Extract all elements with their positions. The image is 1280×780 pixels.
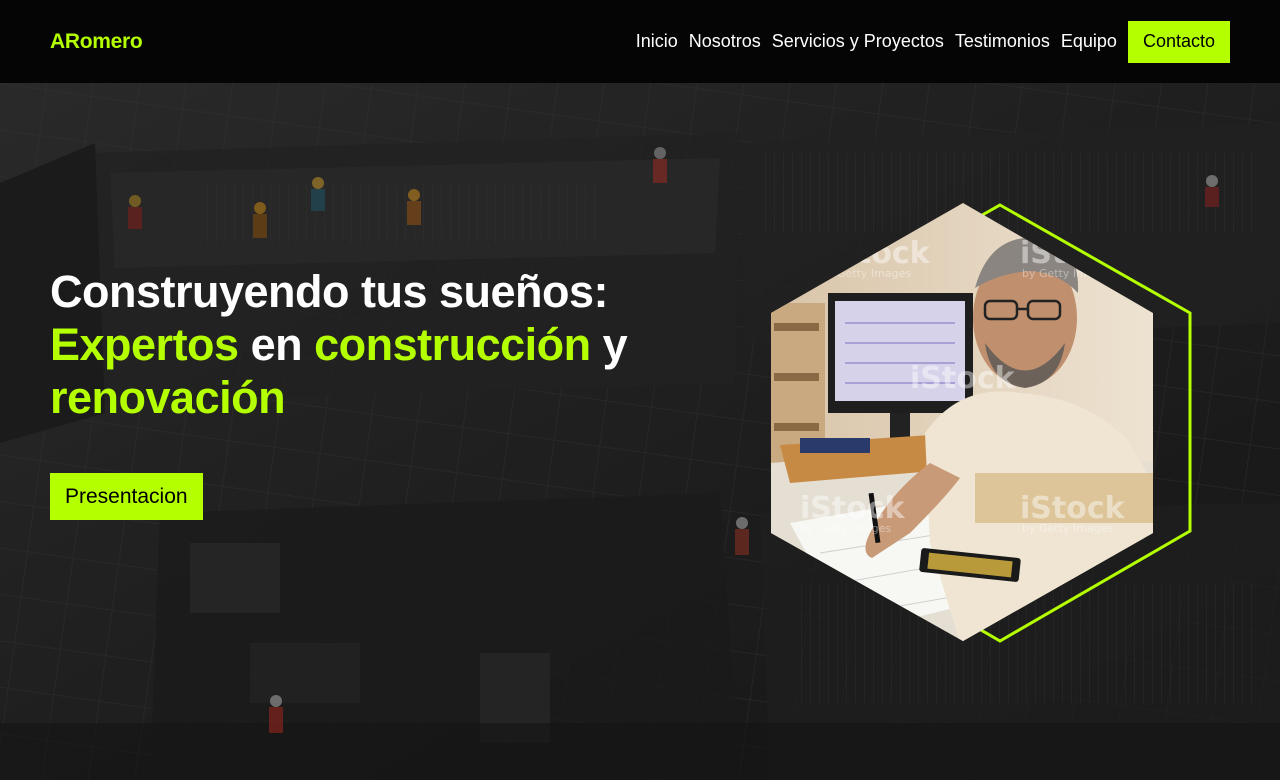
watermark-text-5: iStock bbox=[1020, 491, 1126, 526]
headline-word-construccion: construcción bbox=[314, 319, 591, 370]
headline-word-y: y bbox=[590, 319, 628, 370]
hexagon-photo: iStock iStock iStock iStock iStock by Ge… bbox=[771, 203, 1192, 643]
watermark-sub-4: by Getty Images bbox=[1022, 522, 1113, 535]
headline-word-expertos: Expertos bbox=[50, 319, 239, 370]
watermark-sub-2: by Getty Images bbox=[1022, 267, 1113, 280]
hero-hexagon-figure: iStock iStock iStock iStock iStock by Ge… bbox=[760, 193, 1200, 643]
hero-headline: Construyendo tus sueños: Expertos en con… bbox=[50, 265, 690, 424]
presentation-button[interactable]: Presentacion bbox=[50, 473, 203, 520]
headline-line-1: Construyendo tus sueños: bbox=[50, 266, 609, 317]
nav-link-servicios[interactable]: Servicios y Proyectos bbox=[772, 31, 944, 52]
headline-word-en: en bbox=[238, 319, 315, 370]
watermark-sub-1: by Getty Images bbox=[820, 267, 911, 280]
watermark-text-3: iStock bbox=[910, 361, 1016, 396]
watermark-text-1: iStock bbox=[825, 236, 931, 271]
hero-section: Construyendo tus sueños: Expertos en con… bbox=[0, 83, 1280, 780]
nav-link-equipo[interactable]: Equipo bbox=[1061, 31, 1117, 52]
watermark-text-4: iStock bbox=[800, 491, 906, 526]
nav-link-inicio[interactable]: Inicio bbox=[636, 31, 678, 52]
nav-link-testimonios[interactable]: Testimonios bbox=[955, 31, 1050, 52]
nav-link-nosotros[interactable]: Nosotros bbox=[689, 31, 761, 52]
contact-button[interactable]: Contacto bbox=[1127, 20, 1230, 63]
top-navbar: ARomero Inicio Nosotros Servicios y Proy… bbox=[0, 0, 1280, 83]
watermark-sub-3: by Getty Images bbox=[800, 522, 891, 535]
main-nav: Inicio Nosotros Servicios y Proyectos Te… bbox=[636, 20, 1230, 63]
headline-word-renovacion: renovación bbox=[50, 372, 286, 423]
site-logo[interactable]: ARomero bbox=[50, 30, 143, 54]
